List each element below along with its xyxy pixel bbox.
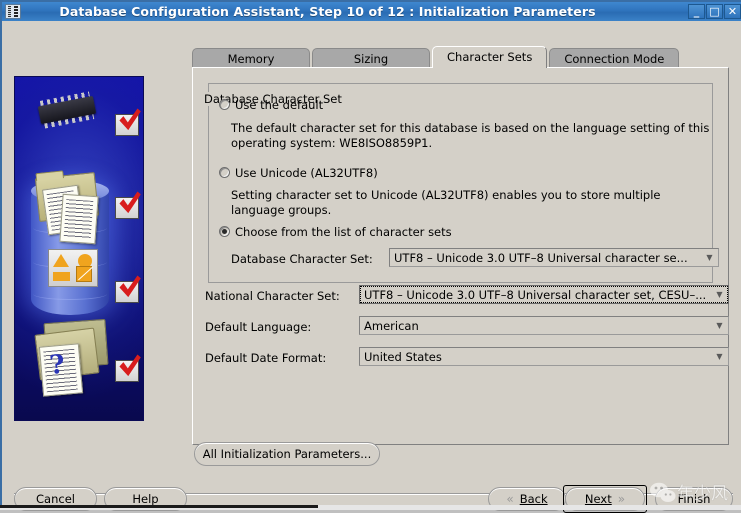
all-initialization-parameters-button[interactable]: All Initialization Parameters...	[194, 442, 380, 466]
chevron-down-icon: ▼	[701, 249, 718, 266]
radio-choose-from-list[interactable]	[219, 226, 230, 237]
tab-memory[interactable]: Memory	[192, 48, 310, 68]
radio-row-use-default[interactable]: Use the default	[219, 98, 323, 112]
step-checkmark-icon	[115, 360, 139, 382]
tab-sizing[interactable]: Sizing	[312, 48, 430, 68]
default-charset-description: The default character set for this datab…	[231, 121, 716, 151]
chevron-double-left-icon: «	[506, 492, 513, 506]
finish-label: Finish	[678, 492, 711, 506]
minimize-button[interactable]: _	[688, 4, 705, 19]
default-date-format-value: United States	[360, 350, 711, 364]
tab-strip: Memory Sizing Character Sets Connection …	[192, 46, 729, 68]
chevron-down-icon: ▼	[711, 286, 728, 303]
database-character-set-combo[interactable]: UTF8 – Unicode 3.0 UTF–8 Universal chara…	[389, 248, 719, 267]
title-bar: Database Configuration Assistant, Step 1…	[2, 2, 741, 21]
window-title: Database Configuration Assistant, Step 1…	[23, 4, 688, 19]
help-label: Help	[132, 492, 158, 506]
radio-label-use-default: Use the default	[235, 98, 323, 112]
all-initialization-parameters-label: All Initialization Parameters...	[203, 447, 372, 461]
default-language-combo[interactable]: American ▼	[359, 316, 729, 335]
radio-row-choose-from-list[interactable]: Choose from the list of character sets	[219, 225, 452, 239]
radio-use-default[interactable]	[219, 99, 230, 110]
chevron-double-right-icon: »	[618, 492, 625, 506]
tab-character-sets[interactable]: Character Sets	[432, 46, 547, 68]
document-icon	[59, 194, 98, 244]
label-database-character-set: Database Character Set:	[231, 252, 373, 266]
step-checkmark-icon	[115, 197, 139, 219]
desktop-taskbar-edge	[0, 505, 318, 508]
label-national-character-set: National Character Set:	[205, 289, 340, 303]
next-label: Next	[585, 492, 612, 506]
national-character-set-combo[interactable]: UTF8 – Unicode 3.0 UTF–8 Universal chara…	[359, 285, 729, 304]
close-icon: ✕	[725, 5, 740, 18]
close-button[interactable]: ✕	[724, 4, 741, 19]
maximize-button[interactable]: □	[706, 4, 723, 19]
label-default-date-format: Default Date Format:	[205, 351, 326, 365]
sidebar-illustration: ?	[14, 76, 144, 421]
label-default-language: Default Language:	[205, 320, 311, 334]
database-character-set-value: UTF8 – Unicode 3.0 UTF–8 Universal chara…	[390, 251, 701, 265]
minimize-icon: _	[689, 5, 704, 18]
back-label: Back	[520, 492, 548, 506]
chevron-down-icon: ▼	[711, 348, 728, 365]
default-language-value: American	[360, 319, 711, 333]
radio-label-choose-from-list: Choose from the list of character sets	[235, 225, 452, 239]
memory-chip-icon	[38, 96, 96, 124]
national-character-set-value: UTF8 – Unicode 3.0 UTF–8 Universal chara…	[360, 288, 711, 302]
step-checkmark-icon	[115, 281, 139, 303]
client-area: ? Memory Sizing Character Sets Connectio…	[4, 21, 741, 510]
chevron-down-icon: ▼	[711, 317, 728, 334]
cancel-label: Cancel	[36, 492, 75, 506]
question-document-icon: ?	[39, 343, 83, 396]
tab-connection-mode[interactable]: Connection Mode	[549, 48, 679, 68]
app-icon	[5, 4, 21, 19]
shapes-tile-icon	[48, 249, 98, 287]
default-date-format-combo[interactable]: United States ▼	[359, 347, 729, 366]
radio-use-unicode[interactable]	[219, 167, 230, 178]
unicode-charset-description: Setting character set to Unicode (AL32UT…	[231, 188, 716, 218]
radio-row-use-unicode[interactable]: Use Unicode (AL32UTF8)	[219, 166, 378, 180]
maximize-icon: □	[707, 5, 722, 18]
radio-label-use-unicode: Use Unicode (AL32UTF8)	[235, 166, 378, 180]
application-window: Database Configuration Assistant, Step 1…	[0, 0, 741, 510]
step-checkmark-icon	[115, 114, 139, 136]
